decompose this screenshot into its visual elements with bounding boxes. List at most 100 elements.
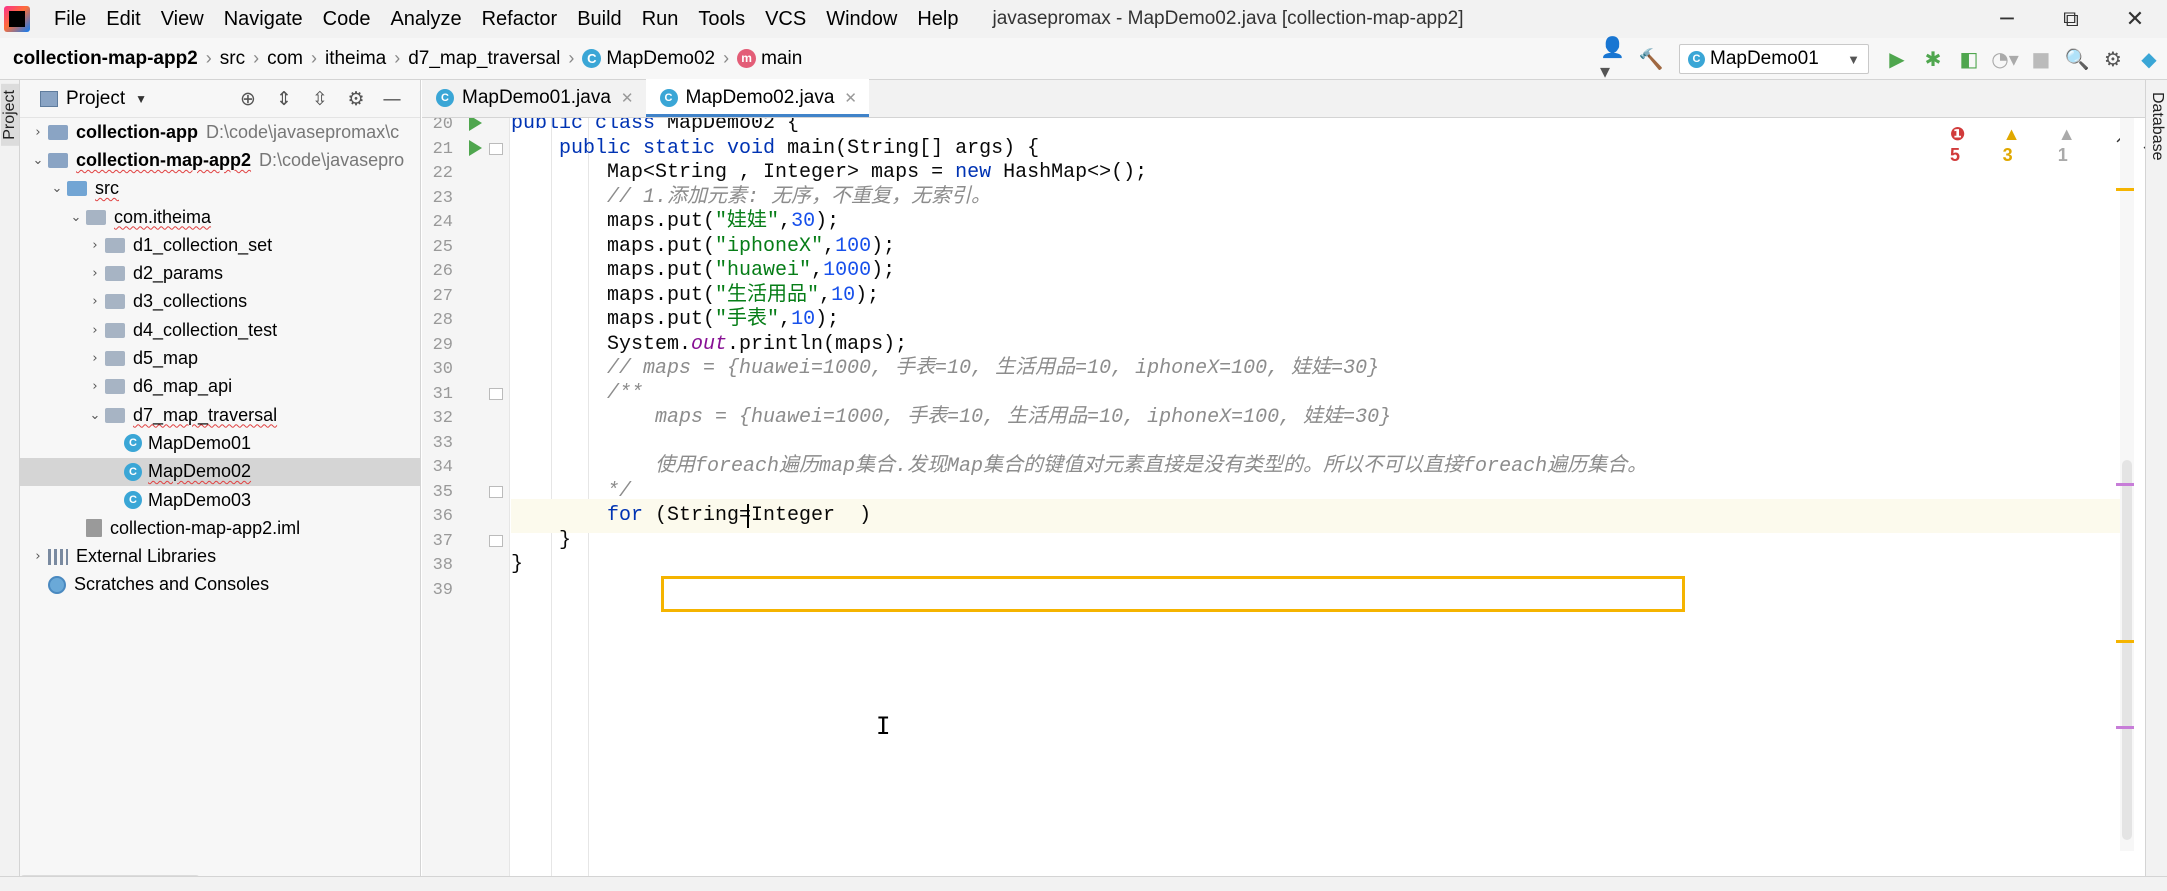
code-editor[interactable]: public class MapDemo02 { public static v… (511, 118, 2120, 891)
tree-item[interactable]: › d6_map_api (20, 373, 420, 401)
menu-item[interactable]: Refactor (472, 0, 568, 38)
chevron-right-icon[interactable]: › (85, 266, 105, 281)
package-icon (86, 209, 106, 225)
tree-item[interactable]: ⌄ src (20, 175, 420, 203)
menu-item[interactable]: VCS (755, 0, 816, 38)
chevron-down-icon[interactable]: ⌄ (85, 408, 105, 423)
project-tool-button[interactable]: Project (1, 84, 19, 146)
chevron-down-icon[interactable]: ▼ (135, 92, 147, 106)
fold-icon[interactable] (489, 142, 503, 155)
collapse-all-icon[interactable]: ⇳ (302, 88, 338, 110)
menu-item[interactable]: Navigate (214, 0, 313, 38)
menu-item[interactable]: File (44, 0, 96, 38)
database-tool-button[interactable]: Database (2146, 88, 2166, 161)
menu-item[interactable]: Tools (688, 0, 755, 38)
project-panel-header: Project ▼ ⊕ ⇕ ⇳ ⚙ — (20, 80, 420, 118)
tree-item[interactable]: ⌄ d7_map_traversal (20, 401, 420, 429)
menu-item[interactable]: Code (313, 0, 381, 38)
chevron-down-icon[interactable]: ⌄ (28, 153, 48, 168)
menu-item[interactable]: Help (907, 0, 968, 38)
module-folder-icon (48, 152, 68, 168)
settings-icon[interactable]: ⚙ (2098, 44, 2128, 74)
menu-bar: File Edit View Navigate Code Analyze Refactor B… (0, 0, 2167, 38)
menu-item[interactable]: View (151, 0, 214, 38)
run-gutter-icon[interactable] (469, 139, 482, 156)
tree-item[interactable]: ⌄ com.itheima (20, 203, 420, 231)
close-button[interactable]: ✕ (2103, 0, 2167, 38)
chevron-right-icon[interactable]: › (28, 549, 48, 564)
expand-all-icon[interactable]: ⇕ (266, 88, 302, 110)
tree-item[interactable]: › collection-app D:\code\javasepromax\c (20, 118, 420, 146)
menu-item[interactable]: Run (632, 0, 689, 38)
breadcrumb-class[interactable]: C MapDemo02 (582, 48, 715, 70)
coverage-icon[interactable]: ◧ (1954, 44, 1984, 74)
breadcrumb-method[interactable]: m main (737, 48, 802, 70)
hammer-icon[interactable]: 🔨 (1636, 44, 1666, 74)
todo-marker[interactable] (2116, 483, 2134, 486)
minimize-button[interactable]: ─ (1975, 0, 2039, 38)
menu-item[interactable]: Window (816, 0, 907, 38)
tree-item[interactable]: C MapDemo02 (20, 457, 420, 486)
left-tool-stripe (0, 80, 20, 891)
inspection-widget[interactable]: ❶ 5 ▲ 3 ▲ 1 ⌃ ⌄ (1950, 124, 2167, 166)
search-icon[interactable]: 🔍 (2062, 44, 2092, 74)
editor-scroll-thumb[interactable] (2122, 460, 2132, 840)
tree-item[interactable]: C MapDemo01 (20, 429, 420, 457)
editor-tab-label: MapDemo01.java (462, 87, 611, 108)
tree-item[interactable]: ⌄ collection-map-app2 D:\code\javasepro (20, 146, 420, 174)
breadcrumb-itheima[interactable]: itheima (325, 48, 386, 70)
editor-tab[interactable]: C MapDemo02.java ✕ (645, 79, 869, 117)
tree-item[interactable]: › d4_collection_test (20, 316, 420, 344)
class-icon: C (659, 89, 678, 107)
breadcrumb-project[interactable]: collection-map-app2 (13, 48, 198, 70)
restore-button[interactable]: ⧉ (2039, 0, 2103, 38)
chevron-right-icon[interactable]: › (85, 294, 105, 309)
chevron-right-icon[interactable]: › (85, 238, 105, 253)
editor-tab[interactable]: C MapDemo01.java ✕ (422, 79, 646, 117)
chevron-right-icon[interactable]: › (85, 379, 105, 394)
close-tab-icon[interactable]: ✕ (621, 89, 634, 107)
tree-item[interactable]: › d2_params (20, 259, 420, 287)
project-panel-title[interactable]: Project (66, 88, 125, 110)
gear-icon[interactable]: ⚙ (338, 88, 374, 110)
breadcrumb-src[interactable]: src (220, 48, 245, 70)
warning-count: ▲ 3 (2002, 124, 2021, 165)
run-icon[interactable]: ▶ (1882, 44, 1912, 74)
tree-item-label: d5_map (133, 348, 199, 369)
fold-icon[interactable] (489, 387, 503, 400)
debug-icon[interactable]: ✱ (1918, 44, 1948, 74)
warning-count-value: 3 (2002, 145, 2013, 165)
fold-icon[interactable] (489, 534, 503, 547)
tree-item[interactable]: Scratches and Consoles (20, 571, 420, 599)
menu-item[interactable]: Build (567, 0, 631, 38)
chevron-right-icon[interactable]: › (85, 351, 105, 366)
menu-item[interactable]: Analyze (380, 0, 471, 38)
breadcrumb-com[interactable]: com (267, 48, 303, 70)
tree-item[interactable]: › d1_collection_set (20, 231, 420, 259)
tree-item[interactable]: collection-map-app2.iml (20, 514, 420, 542)
tree-item[interactable]: C MapDemo03 (20, 486, 420, 514)
user-icon[interactable]: 👤▾ (1600, 35, 1630, 83)
warning-marker[interactable] (2116, 640, 2134, 643)
project-panel-actions: ⊕ ⇕ ⇳ ⚙ — (230, 80, 410, 118)
project-icon (40, 90, 58, 107)
chevron-down-icon[interactable]: ⌄ (66, 210, 86, 225)
chevron-right-icon[interactable]: › (28, 125, 48, 140)
chevron-right-icon[interactable]: › (85, 323, 105, 338)
locate-icon[interactable]: ⊕ (230, 88, 266, 110)
menu-item[interactable]: Edit (96, 0, 150, 38)
tree-item[interactable]: › External Libraries (20, 542, 420, 570)
tree-item[interactable]: › d3_collections (20, 288, 420, 316)
hide-icon[interactable]: — (374, 88, 410, 110)
tree-item[interactable]: › d5_map (20, 344, 420, 372)
breadcrumb-package[interactable]: d7_map_traversal (408, 48, 560, 70)
fold-icon[interactable] (489, 485, 503, 498)
warning-marker[interactable] (2116, 188, 2134, 191)
plugin-icon[interactable]: ◆ (2134, 44, 2164, 74)
run-gutter-icon[interactable] (469, 118, 482, 131)
profile-icon[interactable]: ◔▾ (1990, 44, 2020, 74)
close-tab-icon[interactable]: ✕ (844, 89, 857, 107)
run-configuration-select[interactable]: C MapDemo01 ▼ (1679, 44, 1869, 74)
todo-marker[interactable] (2116, 726, 2134, 729)
chevron-down-icon[interactable]: ⌄ (47, 181, 67, 196)
